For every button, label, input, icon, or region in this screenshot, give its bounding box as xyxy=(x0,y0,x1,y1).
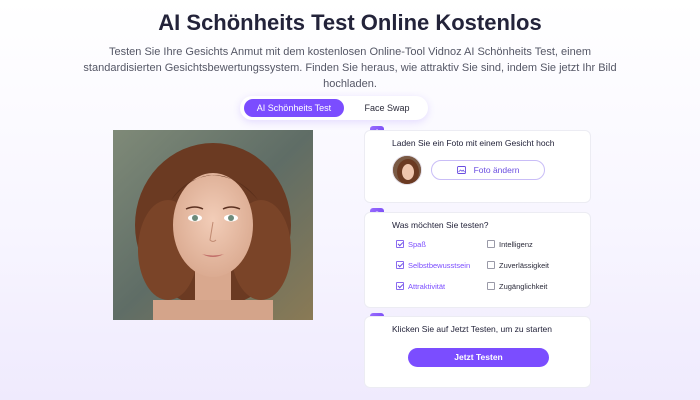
image-icon xyxy=(456,162,466,180)
start-test-button[interactable]: Jetzt Testen xyxy=(408,348,549,367)
avatar-image xyxy=(393,156,421,184)
start-instruction: Klicken Sie auf Jetzt Testen, um zu star… xyxy=(392,324,553,334)
subtitle-line: standardisierten Gesichtsbewertungssyste… xyxy=(83,62,617,74)
tab-face-swap[interactable]: Face Swap xyxy=(350,99,424,117)
checkbox-unchecked[interactable] xyxy=(487,282,495,290)
start-test-card: Klicken Sie auf Jetzt Testen, um zu star… xyxy=(364,316,591,388)
avatar[interactable] xyxy=(392,155,422,185)
page-title: AI Schönheits Test Online Kostenlos xyxy=(158,10,542,35)
option-selbstbewusstsein[interactable]: Selbstbewusstsein xyxy=(396,261,470,271)
checkbox-checked[interactable] xyxy=(396,261,404,269)
portrait-image xyxy=(113,130,313,320)
upload-instruction: Laden Sie ein Foto mit einem Gesicht hoc… xyxy=(392,138,555,148)
option-spass[interactable]: Spaß xyxy=(396,240,426,250)
uploaded-photo-preview xyxy=(113,130,313,320)
subtitle-line: hochladen. xyxy=(323,78,377,90)
option-attraktivitaet[interactable]: Attraktivität xyxy=(396,282,445,292)
test-options-card: Was möchten Sie testen? Spaß Intelligenz… xyxy=(364,212,591,308)
options-question: Was möchten Sie testen? xyxy=(392,220,489,230)
change-photo-label: Foto ändern xyxy=(473,165,520,175)
page-subtitle: Testen Sie Ihre Gesichts Anmut mit dem k… xyxy=(70,44,630,92)
checkbox-unchecked[interactable] xyxy=(487,240,495,248)
upload-card: Laden Sie ein Foto mit einem Gesicht hoc… xyxy=(364,130,591,203)
subtitle-line: Testen Sie Ihre Gesichts Anmut mit dem k… xyxy=(108,46,591,58)
checkbox-unchecked[interactable] xyxy=(487,261,495,269)
checkbox-checked[interactable] xyxy=(396,240,404,248)
tab-beauty-test[interactable]: AI Schönheits Test xyxy=(244,99,344,117)
option-intelligenz[interactable]: Intelligenz xyxy=(487,240,533,250)
option-zugaenglichkeit[interactable]: Zugänglichkeit xyxy=(487,282,547,292)
tool-tabs: AI Schönheits Test Face Swap xyxy=(240,96,428,120)
option-zuverlaessigkeit[interactable]: Zuverlässigkeit xyxy=(487,261,549,271)
checkbox-checked[interactable] xyxy=(396,282,404,290)
change-photo-button[interactable]: Foto ändern xyxy=(431,160,545,180)
